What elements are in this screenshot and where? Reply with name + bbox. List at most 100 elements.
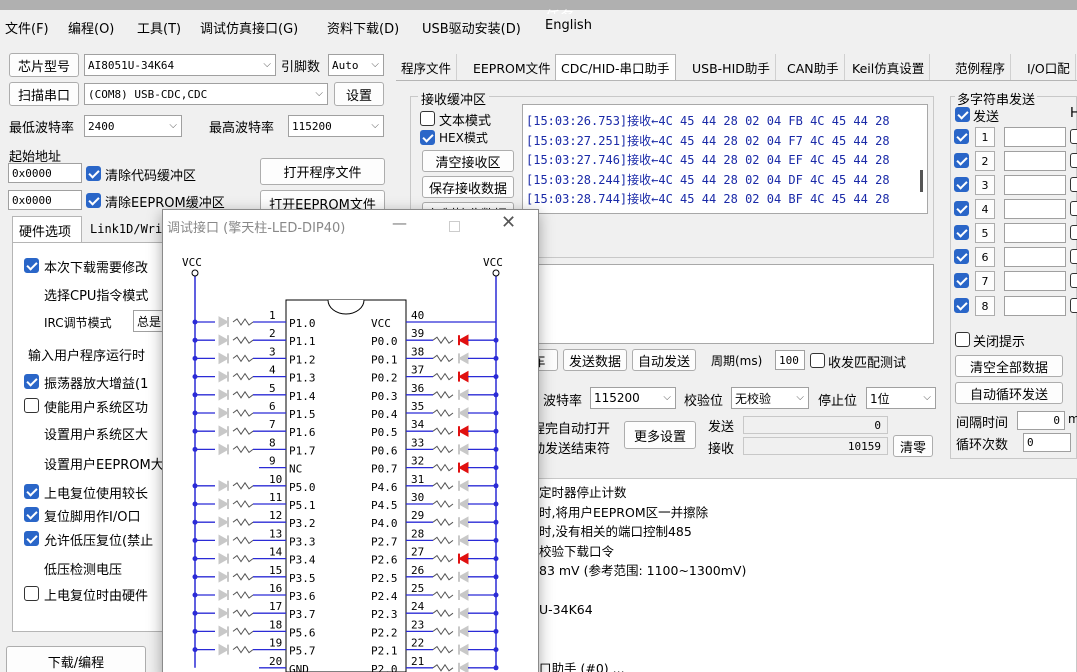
menu-english[interactable]: English (545, 18, 592, 33)
row-input[interactable] (1004, 175, 1066, 195)
tab-program-file[interactable]: 程序文件 (396, 54, 458, 80)
auto-loop-send-button[interactable]: 自动循环发送 (955, 382, 1063, 404)
max-baud-select[interactable]: 115200 ⌵ (288, 115, 384, 137)
row-checkbox[interactable] (954, 249, 969, 264)
save-receive-button[interactable]: 保存接收数据 (422, 176, 514, 198)
row-checkbox[interactable] (954, 153, 969, 168)
menu-usb-driver[interactable]: USB驱动安装(D) (422, 18, 521, 37)
tab-io-config[interactable]: I/O口配 (1022, 54, 1076, 80)
row-input[interactable] (1004, 247, 1066, 267)
row-checkbox[interactable] (954, 298, 969, 313)
menu-file[interactable]: 文件(F) (5, 18, 49, 37)
link1d-tab[interactable]: Link1D/Wri (90, 222, 162, 236)
receive-log[interactable]: [15:03:26.753]接收←4C 45 44 28 02 04 FB 4C… (522, 104, 928, 214)
minimize-icon[interactable]: — (392, 214, 407, 232)
clear-code-buffer-checkbox[interactable] (86, 166, 101, 181)
close-icon[interactable]: ✕ (501, 212, 516, 233)
more-settings-button[interactable]: 更多设置 (624, 421, 696, 449)
row-checkbox[interactable] (954, 273, 969, 288)
menu-tools[interactable]: 工具(T) (137, 18, 181, 37)
row-input[interactable] (1004, 223, 1066, 243)
row-send-button[interactable]: 4 (975, 199, 995, 219)
maximize-icon[interactable] (449, 221, 460, 232)
row-hex-checkbox[interactable] (1070, 129, 1077, 144)
low-voltage-reset-checkbox[interactable] (24, 531, 39, 546)
hex-mode-checkbox[interactable] (420, 130, 435, 145)
modify-option-checkbox[interactable] (24, 258, 39, 273)
eeprom-address-input[interactable]: 0x0000 (8, 190, 82, 210)
clear-all-data-button[interactable]: 清空全部数据 (955, 355, 1063, 377)
min-baud-select[interactable]: 2400 ⌵ (84, 115, 182, 137)
row-hex-checkbox[interactable] (1070, 177, 1077, 192)
clear-count-button[interactable]: 清零 (893, 435, 933, 457)
port-select[interactable]: (COM8) USB-CDC,CDC ⌵ (84, 83, 328, 105)
send-textarea[interactable] (528, 264, 934, 344)
chip-model-select[interactable]: AI8051U-34K64 ⌵ (84, 54, 276, 76)
row-send-button[interactable]: 2 (975, 151, 995, 171)
tab-can[interactable]: CAN助手 (782, 54, 845, 80)
open-program-file-button[interactable]: 打开程序文件 (260, 158, 385, 185)
row-checkbox[interactable] (954, 201, 969, 216)
parity-select[interactable]: 无校验 ⌵ (731, 387, 809, 409)
hardware-options-tab[interactable]: 硬件选项 (12, 216, 82, 242)
reset-pin-io-checkbox[interactable] (24, 507, 39, 522)
row-send-button[interactable]: 7 (975, 271, 995, 291)
stop-bits-select[interactable]: 1位 ⌵ (866, 387, 936, 409)
interval-input[interactable]: 0 (1017, 411, 1065, 430)
menu-program[interactable]: 编程(O) (68, 18, 114, 37)
clear-receive-button[interactable]: 清空接收区 (422, 150, 514, 172)
row-input[interactable] (1004, 127, 1066, 147)
row-input[interactable] (1004, 271, 1066, 291)
send-data-button[interactable]: 发送数据 (563, 349, 627, 371)
receive-scrollbar[interactable] (920, 170, 923, 192)
row-input[interactable] (1004, 151, 1066, 171)
tab-keil-settings[interactable]: Keil仿真设置 (847, 54, 931, 80)
scan-port-button[interactable]: 扫描串口 (9, 82, 79, 106)
menu-debug[interactable]: 调试仿真接口(G) (200, 18, 298, 37)
tab-eeprom-file[interactable]: EEPROM文件 (468, 54, 557, 80)
port-settings-button[interactable]: 设置 (334, 82, 384, 106)
long-reset-checkbox[interactable] (24, 484, 39, 499)
code-address-input[interactable]: 0x0000 (8, 163, 82, 183)
row-checkbox[interactable] (954, 177, 969, 192)
tab-usb-hid[interactable]: USB-HID助手 (687, 54, 776, 80)
row-checkbox[interactable] (954, 129, 969, 144)
row-hex-checkbox[interactable] (1070, 201, 1077, 216)
row-hex-checkbox[interactable] (1070, 225, 1077, 240)
dialog-titlebar[interactable]: 调试接口 (擎天柱-LED-DIP40) — ✕ (163, 210, 538, 242)
period-input[interactable]: 100 (775, 350, 805, 370)
auto-send-button[interactable]: 自动发送 (632, 349, 696, 371)
row-checkbox[interactable] (954, 225, 969, 240)
row-send-button[interactable]: 8 (975, 296, 995, 316)
baud-select[interactable]: 115200 ⌵ (590, 387, 676, 409)
hardware-reset-checkbox[interactable] (24, 586, 39, 601)
row-hex-checkbox[interactable] (1070, 249, 1077, 264)
option-label: IRC调节模式 (44, 316, 112, 330)
pin-count-select[interactable]: Auto ⌵ (328, 54, 384, 76)
resistor (432, 481, 454, 490)
row-hex-checkbox[interactable] (1070, 298, 1077, 313)
row-input[interactable] (1004, 296, 1066, 316)
user-system-area-checkbox[interactable] (24, 398, 39, 413)
info-output[interactable]: 定时器停止计数 时,将用户EEPROM区一并擦除 时,没有相关的端口控制485 … (528, 478, 1077, 672)
multi-send-checkbox[interactable] (955, 107, 970, 122)
tab-cdc-hid-serial[interactable]: CDC/HID-串口助手 (555, 54, 676, 80)
clear-eeprom-buffer-checkbox[interactable] (86, 193, 101, 208)
text-mode-checkbox[interactable] (420, 111, 435, 126)
row-send-button[interactable]: 3 (975, 175, 995, 195)
loop-count-input[interactable]: 0 (1023, 433, 1071, 452)
row-hex-checkbox[interactable] (1070, 273, 1077, 288)
tab-examples[interactable]: 范例程序 (950, 54, 1012, 80)
close-tip-checkbox[interactable] (955, 332, 970, 347)
pin-name: P3.2 (289, 517, 316, 530)
match-test-checkbox[interactable] (810, 353, 825, 368)
download-program-button[interactable]: 下载/编程 (6, 646, 146, 672)
row-hex-checkbox[interactable] (1070, 153, 1077, 168)
row-send-button[interactable]: 6 (975, 247, 995, 267)
row-input[interactable] (1004, 199, 1066, 219)
info-line (539, 581, 746, 601)
row-send-button[interactable]: 1 (975, 127, 995, 147)
row-send-button[interactable]: 5 (975, 223, 995, 243)
osc-gain-checkbox[interactable] (24, 374, 39, 389)
menu-download[interactable]: 资料下载(D) (327, 18, 399, 37)
